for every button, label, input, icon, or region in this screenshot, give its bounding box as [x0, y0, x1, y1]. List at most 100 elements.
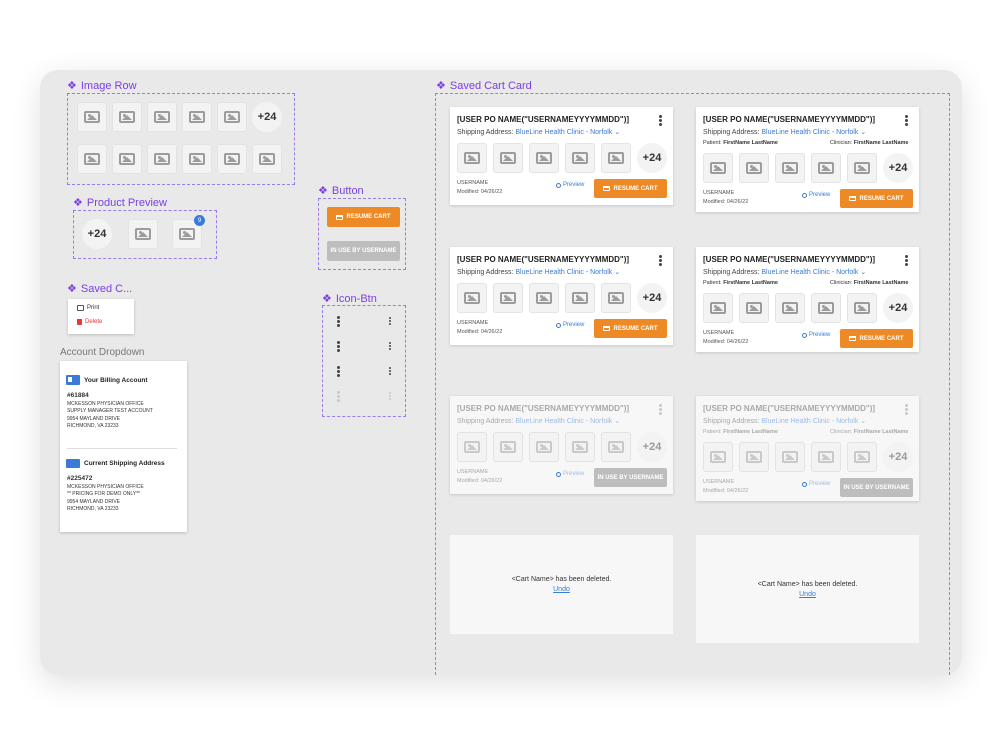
card-product-tile[interactable] — [493, 283, 523, 313]
shipping-address-link[interactable]: BlueLine Health Clinic - Norfolk — [761, 418, 858, 425]
image-row-tile[interactable] — [217, 102, 247, 132]
preview-link[interactable]: Preview — [556, 322, 584, 328]
card-menu-kebab-icon[interactable] — [659, 115, 662, 126]
image-icon — [782, 302, 798, 314]
image-row-tile[interactable] — [217, 144, 247, 174]
card-product-tile[interactable] — [811, 293, 841, 323]
card-product-tile[interactable] — [703, 293, 733, 323]
card-menu-kebab-icon[interactable] — [905, 255, 908, 266]
card-product-tile[interactable] — [457, 432, 487, 462]
card-more-count[interactable]: +24 — [883, 293, 913, 323]
undo-link[interactable]: Undo — [553, 586, 570, 593]
card-product-tile[interactable] — [847, 293, 877, 323]
kebab-icon-hover[interactable] — [337, 341, 340, 352]
chevron-down-icon[interactable]: ⌄ — [858, 418, 866, 425]
chevron-down-icon[interactable]: ⌄ — [858, 269, 866, 276]
card-product-tile[interactable] — [565, 143, 595, 173]
billing-details[interactable]: #61884 MCKESSON PHYSICIAN OFFICE SUPPLY … — [67, 392, 153, 431]
resume-cart-button[interactable]: RESUME CART — [840, 189, 913, 208]
card-more-count[interactable]: +24 — [637, 143, 667, 173]
preview-link[interactable]: Preview — [802, 481, 830, 487]
kebab-icon-small[interactable] — [389, 317, 391, 325]
preview-link[interactable]: Preview — [556, 182, 584, 188]
card-product-tile[interactable] — [703, 442, 733, 472]
image-row-more-count[interactable]: +24 — [252, 102, 282, 132]
card-product-tile[interactable] — [565, 283, 595, 313]
kebab-icon-pressed[interactable] — [337, 366, 340, 377]
shipping-address-link[interactable]: BlueLine Health Clinic - Norfolk — [515, 129, 612, 136]
chevron-down-icon[interactable]: ⌄ — [612, 269, 620, 276]
image-row-tile[interactable] — [112, 144, 142, 174]
card-product-tile[interactable] — [811, 153, 841, 183]
card-menu-kebab-icon[interactable] — [905, 404, 908, 415]
menu-item-print[interactable]: Print — [77, 305, 99, 311]
card-menu-kebab-icon[interactable] — [905, 115, 908, 126]
card-product-tile[interactable] — [601, 283, 631, 313]
card-product-tile[interactable] — [601, 143, 631, 173]
shipping-address-link[interactable]: BlueLine Health Clinic - Norfolk — [761, 129, 858, 136]
image-icon — [189, 111, 205, 123]
chevron-down-icon[interactable]: ⌄ — [858, 129, 866, 136]
in-use-button[interactable]: IN USE BY USERNAME — [840, 478, 913, 497]
image-icon — [84, 153, 100, 165]
card-more-count[interactable]: +24 — [883, 442, 913, 472]
card-product-tile[interactable] — [703, 153, 733, 183]
image-row-tile[interactable] — [77, 102, 107, 132]
card-product-tile[interactable] — [529, 143, 559, 173]
chevron-down-icon[interactable]: ⌄ — [612, 418, 620, 425]
card-product-tile[interactable] — [811, 442, 841, 472]
kebab-icon[interactable] — [337, 316, 340, 327]
preview-image-tile[interactable] — [128, 219, 158, 249]
image-row-tile[interactable] — [77, 144, 107, 174]
card-product-tile[interactable] — [775, 293, 805, 323]
card-product-tile[interactable] — [739, 442, 769, 472]
image-row-tile[interactable] — [112, 102, 142, 132]
card-product-tile[interactable] — [493, 143, 523, 173]
resume-cart-button[interactable]: RESUME CART — [594, 179, 667, 198]
undo-link[interactable]: Undo — [799, 591, 816, 598]
resume-cart-button[interactable]: RESUME CART — [840, 329, 913, 348]
image-row-tile[interactable] — [147, 102, 177, 132]
card-more-count[interactable]: +24 — [637, 432, 667, 462]
shipping-address-link[interactable]: BlueLine Health Clinic - Norfolk — [515, 269, 612, 276]
image-row-tile[interactable] — [182, 144, 212, 174]
card-product-tile[interactable] — [493, 432, 523, 462]
kebab-icon-small-pressed[interactable] — [389, 367, 391, 375]
in-use-button[interactable]: IN USE BY USERNAME — [327, 241, 400, 261]
menu-item-delete[interactable]: Delete — [77, 319, 102, 325]
in-use-button[interactable]: IN USE BY USERNAME — [594, 468, 667, 487]
image-icon — [818, 162, 834, 174]
resume-cart-button[interactable]: RESUME CART — [594, 319, 667, 338]
card-product-tile[interactable] — [739, 293, 769, 323]
card-product-tile[interactable] — [847, 153, 877, 183]
shipping-details[interactable]: #225472 MCKESSON PHYSICIAN OFFICE ** PRI… — [67, 475, 144, 514]
image-row-tile[interactable] — [147, 144, 177, 174]
image-row-tile[interactable] — [182, 102, 212, 132]
shipping-address-link[interactable]: BlueLine Health Clinic - Norfolk — [761, 269, 858, 276]
section-title-saved-cart-card: ❖ Saved Cart Card — [436, 79, 532, 93]
shipping-address: Shipping Address: BlueLine Health Clinic… — [457, 129, 621, 136]
chevron-down-icon[interactable]: ⌄ — [612, 129, 620, 136]
kebab-icon-small-hover[interactable] — [389, 342, 391, 350]
card-product-tile[interactable] — [565, 432, 595, 462]
card-product-tile[interactable] — [775, 153, 805, 183]
preview-more-count[interactable]: +24 — [82, 219, 112, 249]
card-product-tile[interactable] — [529, 432, 559, 462]
preview-link[interactable]: Preview — [802, 332, 830, 338]
card-product-tile[interactable] — [457, 143, 487, 173]
card-product-tile[interactable] — [529, 283, 559, 313]
card-product-tile[interactable] — [775, 442, 805, 472]
card-more-count[interactable]: +24 — [637, 283, 667, 313]
card-product-tile[interactable] — [457, 283, 487, 313]
shipping-address-link[interactable]: BlueLine Health Clinic - Norfolk — [515, 418, 612, 425]
preview-link[interactable]: Preview — [802, 192, 830, 198]
card-product-tile[interactable] — [601, 432, 631, 462]
image-row-tile[interactable] — [252, 144, 282, 174]
card-menu-kebab-icon[interactable] — [659, 255, 662, 266]
card-more-count[interactable]: +24 — [883, 153, 913, 183]
resume-cart-button[interactable]: RESUME CART — [327, 207, 400, 227]
card-menu-kebab-icon[interactable] — [659, 404, 662, 415]
card-product-tile[interactable] — [739, 153, 769, 183]
card-product-tile[interactable] — [847, 442, 877, 472]
preview-link[interactable]: Preview — [556, 471, 584, 477]
